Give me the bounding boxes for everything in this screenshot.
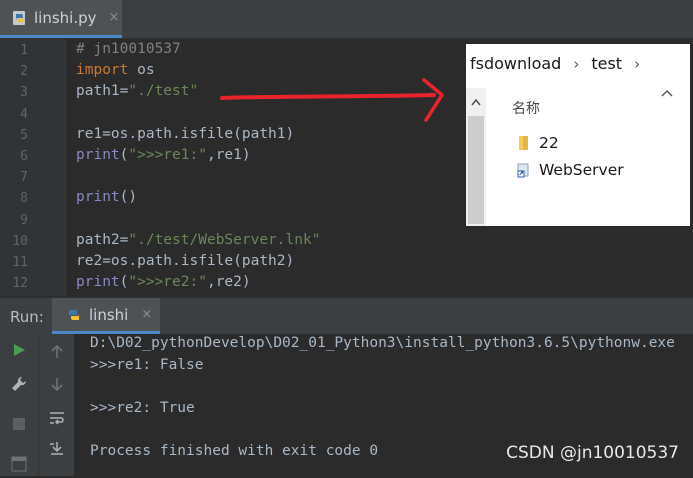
code-token: print bbox=[76, 147, 120, 163]
tab-linshi-py[interactable]: linshi.py × bbox=[0, 0, 122, 38]
column-header-name[interactable]: 名称 bbox=[512, 98, 540, 118]
breadcrumb-fsdownload[interactable]: fsdownload bbox=[470, 54, 561, 73]
breadcrumb: fsdownload › test › bbox=[470, 54, 640, 73]
arrow-down-icon[interactable] bbox=[39, 370, 75, 398]
rerun-play-icon[interactable] bbox=[0, 336, 38, 364]
list-item-22[interactable]: 22 bbox=[516, 134, 559, 152]
code-line[interactable]: # jn10010537 bbox=[76, 41, 181, 57]
code-token: ,re1) bbox=[206, 147, 251, 163]
line-number: 4 bbox=[20, 106, 28, 122]
code-token: ,re2) bbox=[206, 274, 251, 291]
code-line[interactable]: print(">>>re2:",re2) bbox=[76, 274, 251, 290]
line-number: 6 bbox=[20, 149, 28, 164]
line-number: 12 bbox=[12, 276, 28, 292]
tab-filename: linshi.py bbox=[34, 8, 97, 27]
console-line: >>>re1: False bbox=[90, 356, 204, 373]
run-tab-label: linshi bbox=[89, 305, 129, 324]
arrow-up-icon[interactable] bbox=[39, 338, 75, 366]
run-panel-header: Run: linshi × bbox=[0, 297, 693, 335]
chevron-up-icon[interactable] bbox=[660, 86, 674, 102]
list-item-webserver[interactable]: WebServer bbox=[516, 161, 624, 179]
line-number: 11 bbox=[12, 255, 28, 270]
code-token: # jn10010537 bbox=[76, 41, 181, 57]
line-number: 1 bbox=[20, 43, 28, 58]
tab-close-icon[interactable]: × bbox=[109, 10, 120, 25]
line-number: 5 bbox=[20, 127, 28, 143]
python-icon bbox=[69, 309, 79, 320]
run-tab-close-icon[interactable]: × bbox=[141, 307, 152, 322]
soft-wrap-icon[interactable] bbox=[39, 404, 75, 432]
chevron-right-icon[interactable]: › bbox=[573, 55, 579, 73]
explorer-scrollbar[interactable] bbox=[466, 88, 486, 226]
shortcut-icon bbox=[517, 163, 529, 178]
code-line[interactable]: import os bbox=[76, 62, 155, 78]
console-line: Process finished with exit code 0 bbox=[90, 442, 379, 459]
run-tab-linshi[interactable]: linshi × bbox=[52, 298, 160, 334]
line-number: 7 bbox=[20, 170, 28, 186]
code-token: import bbox=[76, 62, 129, 79]
code-token: os bbox=[128, 62, 155, 79]
list-item-label: 22 bbox=[539, 134, 559, 152]
stop-icon[interactable] bbox=[0, 410, 38, 438]
line-number: 9 bbox=[20, 212, 28, 228]
code-line[interactable]: print(">>>re1:",re1) bbox=[76, 147, 251, 163]
breadcrumb-test[interactable]: test bbox=[591, 54, 622, 73]
code-token: path2= bbox=[76, 231, 129, 248]
editor-tab-bar: linshi.py × bbox=[0, 0, 693, 39]
watermark: CSDN @jn10010537 bbox=[506, 443, 679, 463]
code-token: "./test" bbox=[128, 83, 199, 100]
scrollbar-thumb[interactable] bbox=[468, 116, 484, 224]
code-token: re2=os.path.isfile(path2) bbox=[76, 253, 295, 269]
python-file-icon bbox=[12, 10, 28, 26]
code-token: ">>>re1:" bbox=[128, 147, 207, 163]
line-number: 3 bbox=[20, 85, 28, 101]
line-number: 10 bbox=[12, 233, 28, 249]
console-line: D:\D02_pythonDevelop\D02_01_Python3\inst… bbox=[90, 335, 675, 351]
wrench-icon[interactable] bbox=[0, 370, 38, 398]
code-line[interactable]: print() bbox=[76, 189, 137, 205]
code-line[interactable]: path1="./test" bbox=[76, 83, 198, 99]
code-line[interactable]: re2=os.path.isfile(path2) bbox=[76, 253, 294, 269]
run-label: Run: bbox=[10, 308, 44, 326]
red-annotation-arrow bbox=[220, 78, 444, 122]
code-token: print bbox=[76, 274, 120, 291]
code-token: "./test/WebServer.lnk" bbox=[128, 231, 321, 248]
code-token: print bbox=[76, 189, 120, 206]
code-line[interactable]: path2="./test/WebServer.lnk" bbox=[76, 232, 320, 248]
list-item-label: WebServer bbox=[539, 161, 624, 179]
scroll-to-end-icon[interactable] bbox=[39, 434, 75, 462]
line-number: 8 bbox=[20, 191, 28, 207]
line-number-gutter: 1 2 3 4 5 6 7 8 9 10 11 12 bbox=[0, 39, 66, 296]
scroll-up-icon[interactable] bbox=[466, 94, 486, 110]
layout-icon[interactable] bbox=[0, 450, 38, 478]
console-line: >>>re2: True bbox=[90, 399, 195, 416]
code-token: path1= bbox=[76, 83, 129, 100]
folder-icon bbox=[519, 136, 528, 150]
chevron-right-icon[interactable]: › bbox=[634, 55, 640, 73]
file-explorer-window: fsdownload › test › 名称 22 WebServer bbox=[466, 44, 690, 226]
run-toolbar-secondary bbox=[38, 334, 75, 476]
run-toolbar-primary bbox=[0, 334, 38, 476]
line-number: 2 bbox=[20, 64, 28, 80]
code-token: () bbox=[119, 189, 138, 206]
code-token: ">>>re2:" bbox=[128, 274, 207, 291]
